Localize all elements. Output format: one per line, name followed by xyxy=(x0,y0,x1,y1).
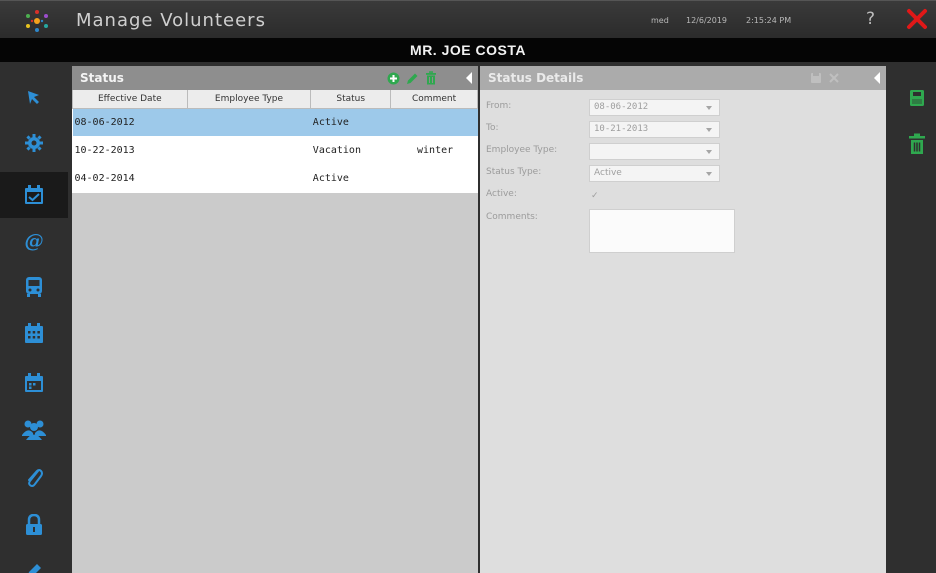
lock-icon xyxy=(26,514,42,535)
save-button[interactable] xyxy=(906,86,928,110)
delete-status-button[interactable] xyxy=(424,71,438,85)
employee-type-label: Employee Type: xyxy=(486,145,558,155)
active-checkbox[interactable]: ✓ xyxy=(591,191,601,201)
left-sidebar: @ xyxy=(0,66,68,573)
comments-label: Comments: xyxy=(486,212,538,222)
chevron-down-icon xyxy=(706,150,712,154)
close-icon[interactable] xyxy=(904,6,930,32)
user-name: med xyxy=(651,16,669,25)
status-panel-title: Status xyxy=(80,71,124,85)
table-header-row: Effective Date Employee Type Status Comm… xyxy=(72,90,478,109)
sidebar-item-schedule[interactable] xyxy=(0,310,68,356)
at-sign-icon: @ xyxy=(25,230,44,252)
cell-status: Active xyxy=(310,164,391,192)
delete-button[interactable] xyxy=(906,132,928,156)
employee-type-select[interactable] xyxy=(589,143,720,160)
status-panel: Status Effective Date Employee Type Stat… xyxy=(72,66,478,573)
cell-comment xyxy=(390,108,478,136)
sidebar-item-status[interactable] xyxy=(0,172,68,218)
from-date-field[interactable]: 08-06-2012 xyxy=(589,99,720,116)
sidebar-item-signature[interactable] xyxy=(0,548,68,573)
cell-employee-type xyxy=(187,136,311,164)
cell-comment: winter xyxy=(390,136,478,164)
plus-circle-icon xyxy=(387,72,399,84)
right-action-rail xyxy=(886,66,936,573)
table-row[interactable]: 04-02-2014 Active xyxy=(72,164,478,192)
cell-status: Vacation xyxy=(310,136,391,164)
status-details-header: Status Details xyxy=(480,66,886,90)
app-logo-icon xyxy=(26,10,48,32)
sidebar-item-settings[interactable] xyxy=(0,120,68,166)
pencil-icon xyxy=(406,73,417,84)
chevron-down-icon xyxy=(706,172,712,176)
collapse-details-panel-button[interactable] xyxy=(874,72,880,84)
people-group-icon xyxy=(22,420,46,440)
gear-icon xyxy=(25,134,43,152)
title-bar: Manage Volunteers med 12/6/2019 2:15:24 … xyxy=(0,0,936,38)
bus-icon xyxy=(26,277,42,297)
pen-icon xyxy=(28,564,41,573)
column-header-effective-date[interactable]: Effective Date xyxy=(72,90,188,109)
from-label: From: xyxy=(486,101,512,111)
paperclip-icon xyxy=(28,469,43,487)
trash-icon xyxy=(909,133,925,154)
collapse-status-panel-button[interactable] xyxy=(466,72,472,84)
cell-status: Active xyxy=(310,108,391,136)
help-button[interactable]: ? xyxy=(866,9,875,29)
volunteer-name-banner: MR. JOE COSTA xyxy=(0,38,936,62)
calendar-days-icon xyxy=(25,373,43,392)
sidebar-item-availability[interactable] xyxy=(0,360,68,406)
svg-text:@: @ xyxy=(25,230,44,252)
status-panel-header: Status xyxy=(72,66,478,90)
column-header-employee-type[interactable]: Employee Type xyxy=(186,90,312,109)
cell-comment xyxy=(390,164,478,192)
sidebar-item-groups[interactable] xyxy=(0,406,68,452)
status-type-select[interactable]: Active xyxy=(589,165,720,182)
cell-effective-date: 04-02-2014 xyxy=(72,164,188,192)
floppy-disk-icon xyxy=(910,90,924,106)
table-row[interactable]: 10-22-2013 Vacation winter xyxy=(72,136,478,164)
to-label: To: xyxy=(486,123,499,133)
sidebar-item-attachments[interactable] xyxy=(0,454,68,500)
current-date: 12/6/2019 xyxy=(686,16,728,25)
status-details-panel: Status Details From: 08-06-2012 To: 10-2… xyxy=(480,66,886,573)
cancel-icon xyxy=(829,73,839,83)
add-status-button[interactable] xyxy=(386,71,400,85)
app-title: Manage Volunteers xyxy=(76,10,266,31)
edit-status-button[interactable] xyxy=(405,71,419,85)
status-type-value: Active xyxy=(594,168,622,178)
save-icon xyxy=(811,73,821,83)
from-date-value: 08-06-2012 xyxy=(594,102,649,112)
comments-textarea[interactable] xyxy=(589,209,735,253)
to-date-value: 10-21-2013 xyxy=(594,124,649,134)
calendar-check-icon xyxy=(25,185,43,204)
status-table: Effective Date Employee Type Status Comm… xyxy=(72,90,478,193)
current-time: 2:15:24 PM xyxy=(746,16,792,25)
sidebar-item-security[interactable] xyxy=(0,502,68,548)
chevron-down-icon xyxy=(706,128,712,132)
chevron-down-icon xyxy=(706,106,712,110)
trash-icon xyxy=(426,71,436,85)
sidebar-item-email[interactable]: @ xyxy=(0,218,68,264)
status-type-label: Status Type: xyxy=(486,167,542,177)
column-header-status[interactable]: Status xyxy=(310,90,392,109)
cell-employee-type xyxy=(187,164,311,192)
status-details-title: Status Details xyxy=(488,71,584,85)
cell-effective-date: 10-22-2013 xyxy=(72,136,188,164)
calendar-grid-icon xyxy=(25,323,43,343)
active-label: Active: xyxy=(486,189,517,199)
to-date-field[interactable]: 10-21-2013 xyxy=(589,121,720,138)
sidebar-item-select[interactable] xyxy=(0,74,68,120)
pointer-icon xyxy=(28,91,39,104)
cell-employee-type xyxy=(187,108,311,136)
cell-effective-date: 08-06-2012 xyxy=(72,108,188,136)
column-header-comment[interactable]: Comment xyxy=(390,90,478,109)
sidebar-item-transport[interactable] xyxy=(0,264,68,310)
table-row[interactable]: 08-06-2012 Active xyxy=(72,108,478,136)
